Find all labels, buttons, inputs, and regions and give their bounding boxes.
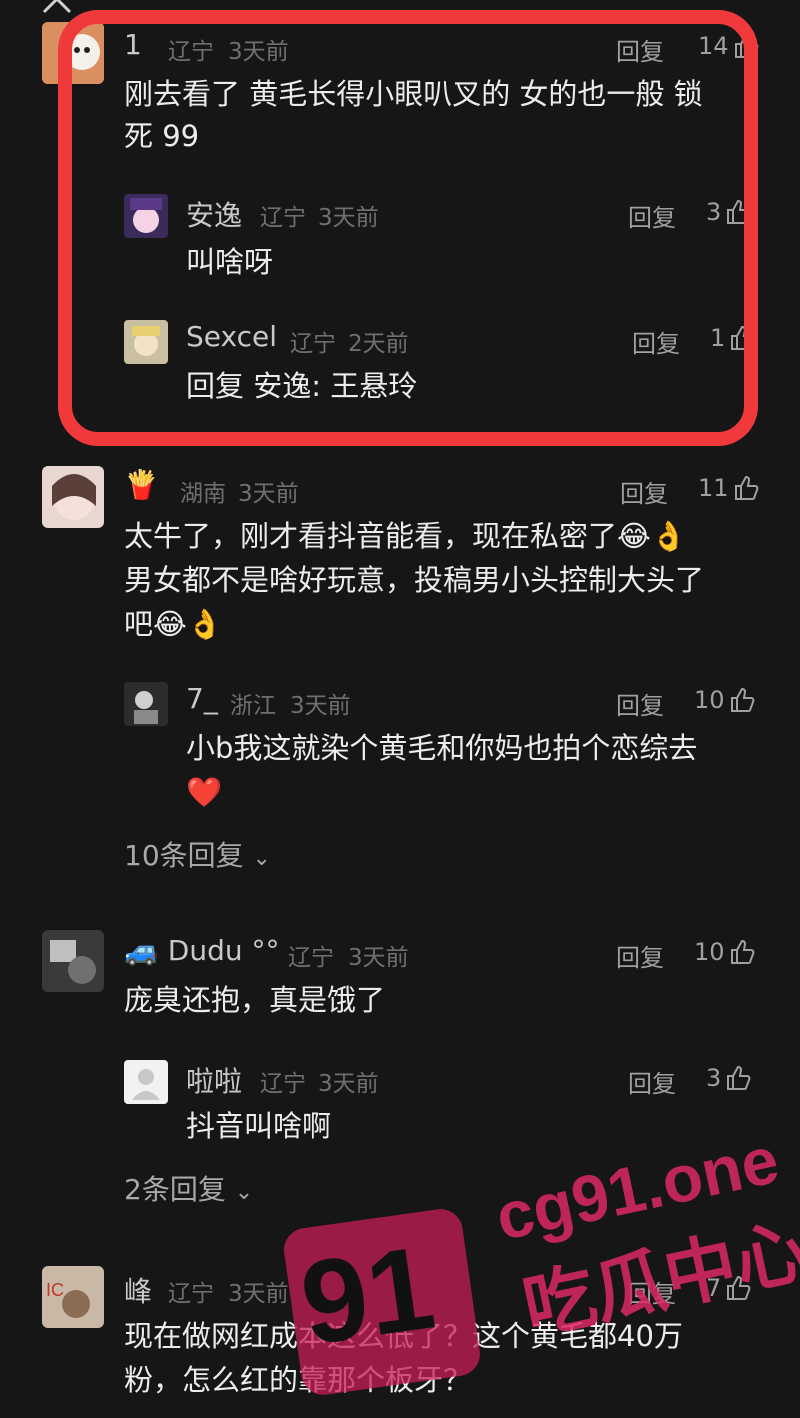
reply-text: 小b我这就染个黄毛和你妈也拍个恋综去	[186, 731, 698, 765]
expand-replies-button[interactable]: 10条回复 ⌄	[124, 834, 271, 874]
like-count: 11	[698, 474, 729, 502]
comment-text: 吧😂👌	[124, 607, 223, 641]
comment-time: 3天前	[228, 1281, 289, 1307]
comment-time: 3天前	[348, 945, 409, 971]
reply-time: 3天前	[290, 693, 351, 719]
chevron-down-icon: ⌄	[252, 846, 271, 871]
comment-location: 辽宁	[288, 945, 334, 971]
avatar[interactable]: IC	[42, 1266, 104, 1328]
reply-button[interactable]: 回复	[628, 1064, 676, 1099]
reply-location: 浙江	[230, 693, 276, 719]
like-button[interactable]: 10	[694, 686, 755, 714]
comment-text: 太牛了，刚才看抖音能看，现在私密了😂👌	[124, 519, 687, 553]
expand-replies-label: 10条回复	[124, 839, 244, 872]
reply-text: ❤️	[186, 775, 223, 809]
like-count: 10	[694, 686, 725, 714]
avatar[interactable]	[42, 930, 104, 992]
reply-location: 辽宁	[260, 1071, 306, 1097]
like-count: 3	[706, 1064, 722, 1092]
comment-location: 辽宁	[168, 1281, 214, 1307]
comment-time: 3天前	[238, 481, 299, 507]
comment-text: 男女都不是啥好玩意，投稿男小头控制大头了	[124, 563, 705, 597]
thumbs-up-icon	[733, 475, 759, 501]
like-button[interactable]: 10	[694, 938, 755, 966]
reply-time: 3天前	[318, 1071, 379, 1097]
expand-replies-button[interactable]: 2条回复 ⌄	[124, 1168, 253, 1208]
svg-text:IC: IC	[46, 1280, 64, 1300]
reply-button[interactable]: 回复	[616, 686, 664, 721]
reply-author[interactable]: 7_	[186, 682, 218, 715]
thumbs-up-icon	[729, 939, 755, 965]
thumbs-up-icon	[729, 687, 755, 713]
comment-location: 湖南	[180, 481, 226, 507]
like-count: 10	[694, 938, 725, 966]
avatar[interactable]	[42, 466, 104, 528]
close-icon[interactable]	[40, 0, 74, 16]
comment-author[interactable]: 🍟	[124, 468, 159, 501]
expand-replies-label: 2条回复	[124, 1173, 226, 1206]
reply-text: 抖音叫啥啊	[186, 1109, 332, 1143]
watermark-badge-text: 91	[293, 1221, 442, 1371]
comment-author[interactable]: 峰	[124, 1270, 152, 1310]
highlight-frame	[58, 10, 758, 446]
reply-author[interactable]: 啦啦	[186, 1060, 242, 1100]
reply-button[interactable]: 回复	[620, 474, 668, 509]
avatar[interactable]	[124, 1060, 168, 1104]
like-button[interactable]: 3	[706, 1064, 751, 1092]
comment-author[interactable]: 🚙 Dudu °°	[124, 934, 280, 967]
chevron-down-icon: ⌄	[234, 1180, 254, 1205]
thumbs-up-icon	[725, 1065, 751, 1091]
reply-button[interactable]: 回复	[616, 938, 664, 973]
like-button[interactable]: 11	[698, 474, 759, 502]
comment-text: 庞臭还抱，真是饿了	[124, 983, 386, 1017]
avatar[interactable]	[124, 682, 168, 726]
